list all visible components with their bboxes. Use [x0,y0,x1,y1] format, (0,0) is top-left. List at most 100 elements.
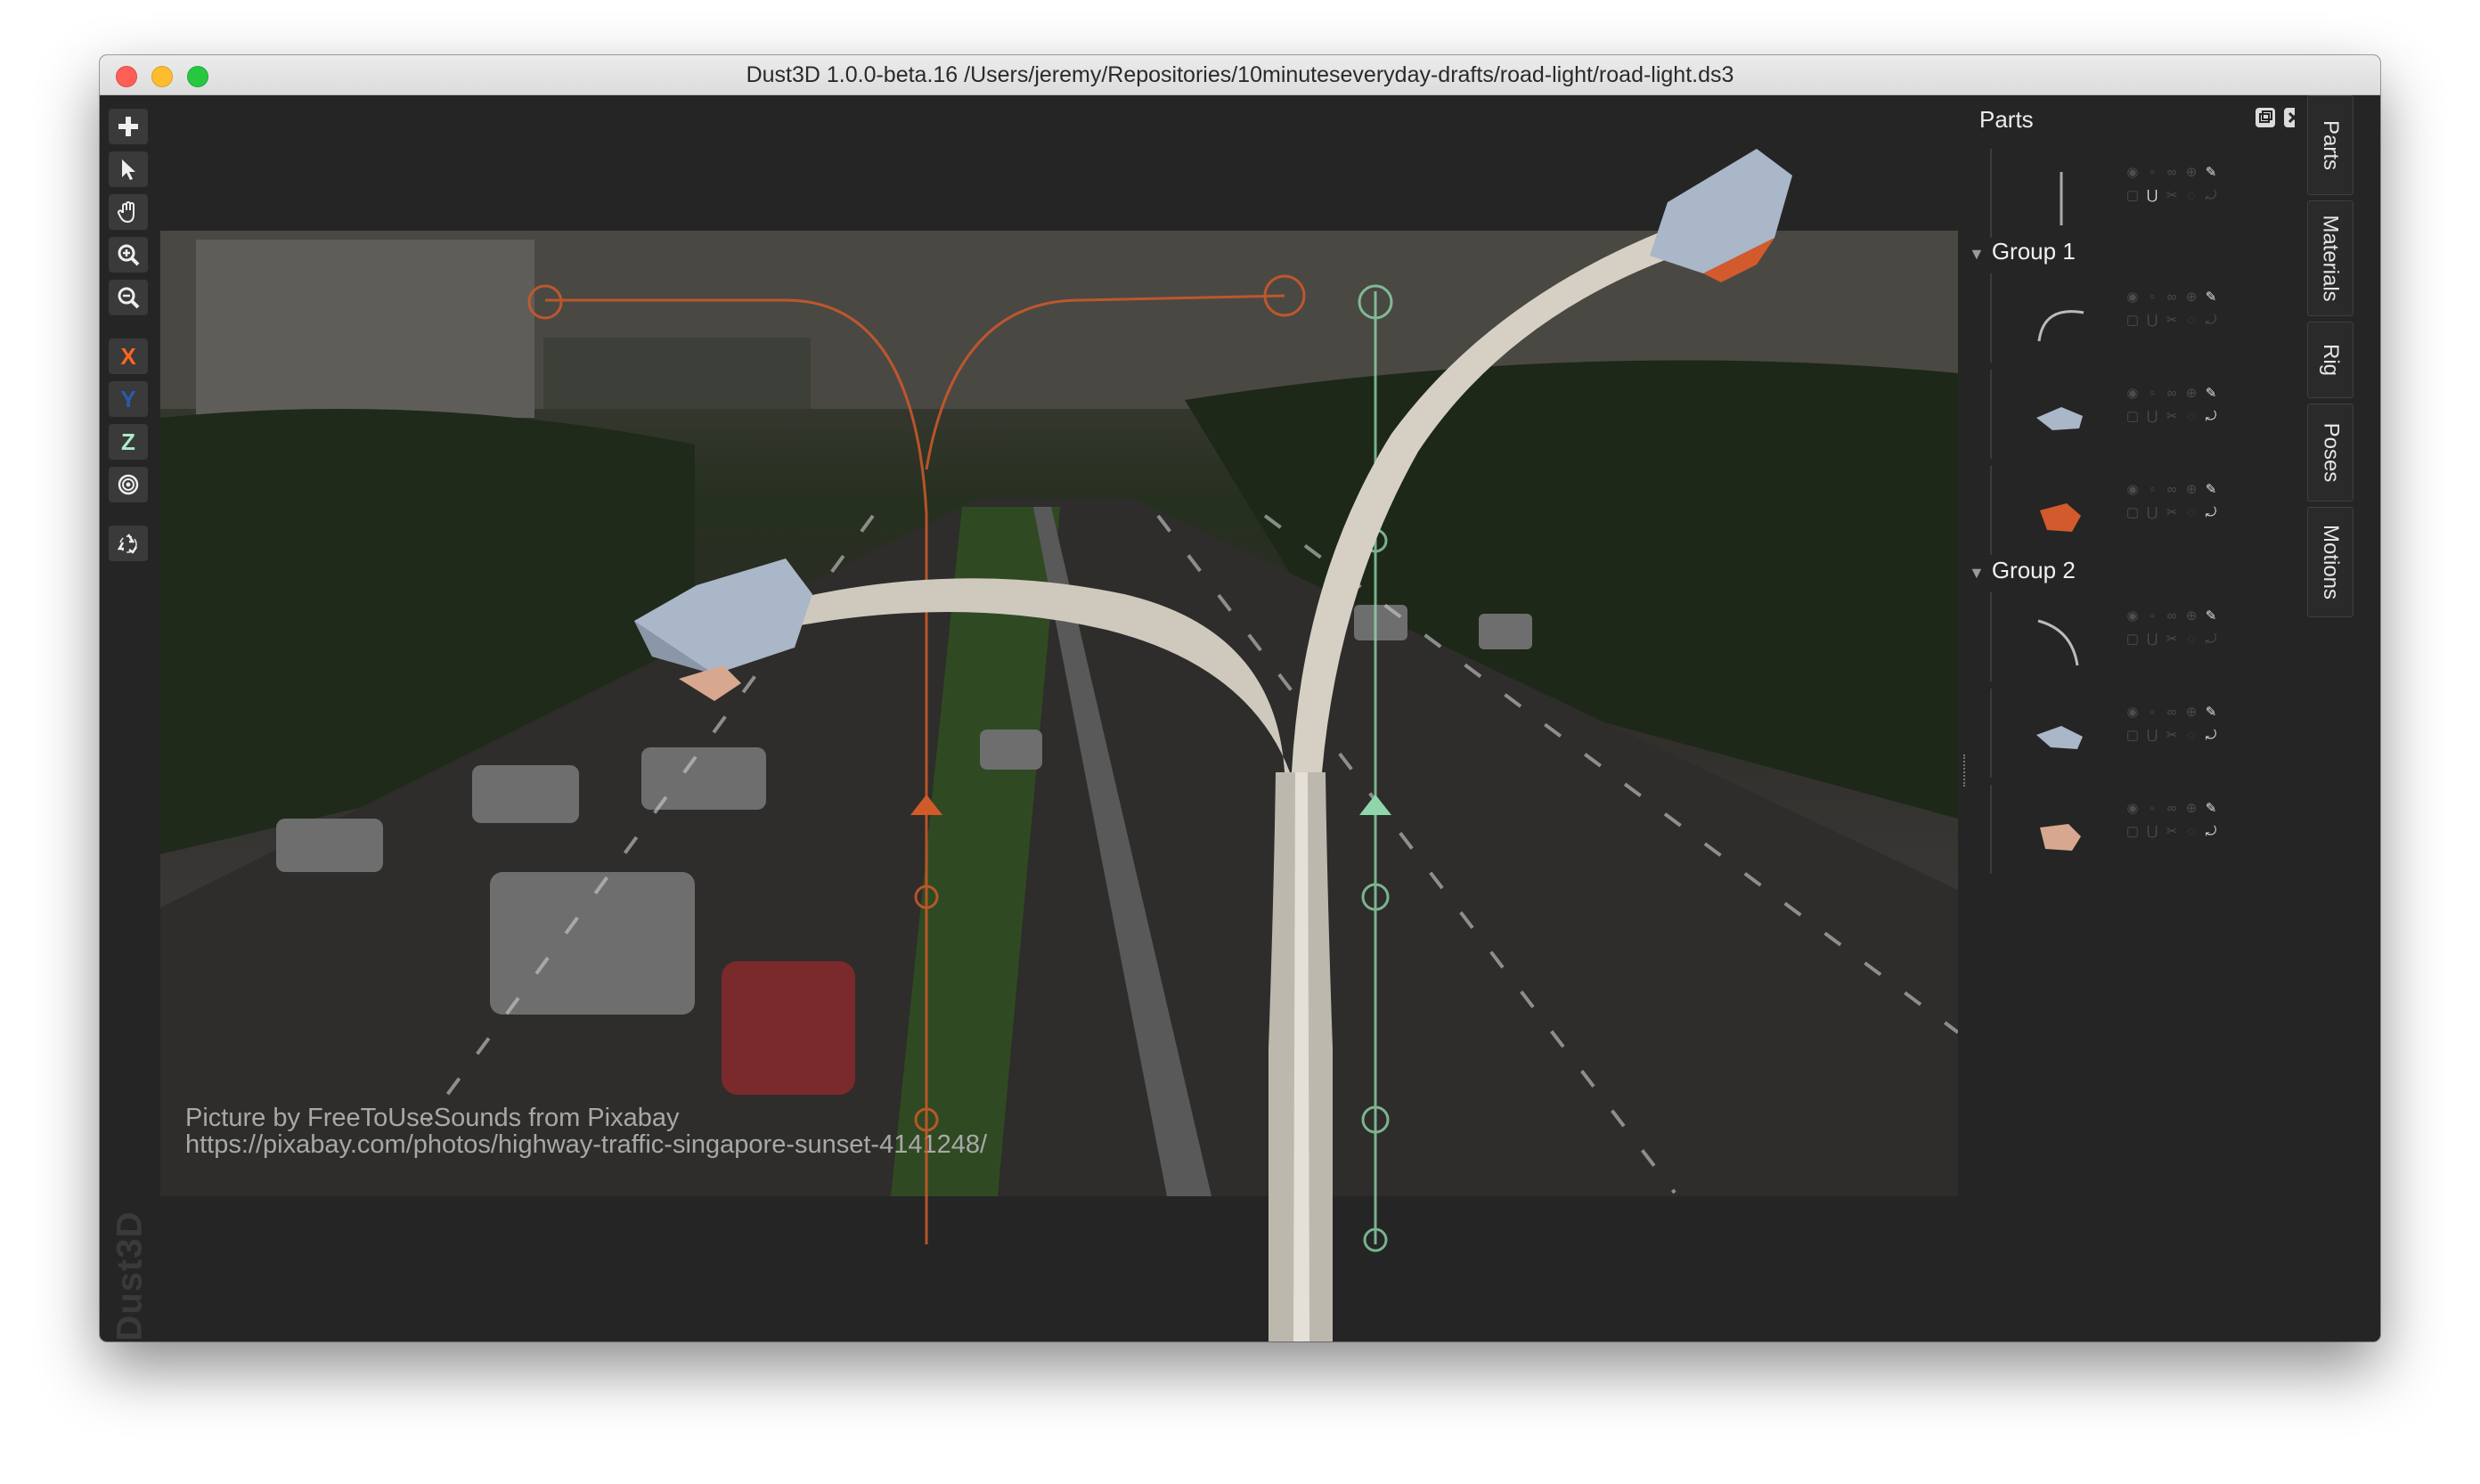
lock-toggle[interactable]: ▫ [2143,608,2161,624]
mirror-toggle[interactable]: ⋃ [2143,824,2161,840]
tab-parts[interactable]: Parts [2307,95,2354,195]
lock-toggle[interactable]: ▫ [2143,386,2161,402]
mirror-toggle[interactable]: ⋃ [2143,632,2161,648]
round-toggle[interactable]: ◌ [2182,409,2200,425]
color-picker-button[interactable]: ✎ [2202,482,2220,498]
disable-toggle[interactable]: ▢ [2124,188,2141,204]
subdivide-toggle[interactable]: ⊕ [2182,705,2200,721]
group-2-header[interactable]: ▼ Group 2 [1969,557,2076,584]
collapse-triangle-icon[interactable]: ▼ [1969,564,1985,582]
pan-tool-button[interactable] [109,194,148,230]
lock-toggle[interactable]: ▫ [2143,289,2161,306]
visibility-toggle[interactable]: ◉ [2124,482,2141,498]
color-picker-button[interactable]: ✎ [2202,608,2220,624]
float-panel-button[interactable] [2256,108,2275,127]
chamfer-toggle[interactable]: ⤾ [2202,728,2220,744]
lock-toggle[interactable]: ▫ [2143,482,2161,498]
deform-toggle[interactable]: ✂ [2163,728,2181,744]
lock-toggle[interactable]: ▫ [2143,705,2161,721]
chamfer-toggle[interactable]: ⤾ [2202,632,2220,648]
part-row-lamp-head[interactable]: ◉ ▫ ∞ ⊕ ✎ ▢ ⋃ ✂ ◌ ⤾ [1990,370,2275,459]
subdivide-toggle[interactable]: ⊕ [2182,801,2200,817]
round-toggle[interactable]: ◌ [2182,188,2200,204]
round-toggle[interactable]: ◌ [2182,632,2200,648]
disable-toggle[interactable]: ▢ [2124,824,2141,840]
part-row-root[interactable]: ◉ ▫ ∞ ⊕ ✎ ▢ ⋃ ✂ ◌ ⤾ [1990,149,2275,238]
disable-toggle[interactable]: ▢ [2124,313,2141,329]
model-viewport[interactable]: Picture by FreeToUseSounds from Pixabay … [100,95,1963,1341]
subdivide-toggle[interactable]: ⊕ [2182,608,2200,624]
mirror-toggle[interactable]: ⋃ [2143,313,2161,329]
mirror-toggle[interactable]: ⋃ [2143,505,2161,521]
link-toggle[interactable]: ∞ [2163,386,2181,402]
color-picker-button[interactable]: ✎ [2202,289,2220,306]
link-toggle[interactable]: ∞ [2163,289,2181,306]
deform-toggle[interactable]: ✂ [2163,632,2181,648]
link-toggle[interactable]: ∞ [2163,165,2181,181]
tab-rig[interactable]: Rig [2307,322,2354,398]
color-picker-button[interactable]: ✎ [2202,705,2220,721]
deform-toggle[interactable]: ✂ [2163,505,2181,521]
regenerate-button[interactable] [109,526,148,561]
visibility-toggle[interactable]: ◉ [2124,289,2141,306]
link-toggle[interactable]: ∞ [2163,801,2181,817]
link-toggle[interactable]: ∞ [2163,482,2181,498]
z-axis-lock-button[interactable]: Z [109,424,148,460]
collapse-triangle-icon[interactable]: ▼ [1969,245,1985,263]
subdivide-toggle[interactable]: ⊕ [2182,482,2200,498]
chamfer-toggle[interactable]: ⤾ [2202,188,2220,204]
chamfer-toggle[interactable]: ⤾ [2202,313,2220,329]
part-row-lamp-head-2[interactable]: ◉ ▫ ∞ ⊕ ✎ ▢ ⋃ ✂ ◌ ⤾ [1990,689,2275,778]
lock-toggle[interactable]: ▫ [2143,165,2161,181]
disable-toggle[interactable]: ▢ [2124,505,2141,521]
deform-toggle[interactable]: ✂ [2163,824,2181,840]
link-toggle[interactable]: ∞ [2163,608,2181,624]
panel-resize-handle[interactable] [1963,754,1969,787]
part-row-arm-2[interactable]: ◉ ▫ ∞ ⊕ ✎ ▢ ⋃ ✂ ◌ ⤾ [1990,592,2275,681]
color-picker-button[interactable]: ✎ [2202,165,2220,181]
round-toggle[interactable]: ◌ [2182,505,2200,521]
side-profile-nodes[interactable] [1358,284,1393,1252]
tab-materials[interactable]: Materials [2307,200,2354,316]
deform-toggle[interactable]: ✂ [2163,188,2181,204]
x-axis-lock-button[interactable]: X [109,338,148,374]
zoom-in-button[interactable] [109,237,148,273]
part-row-lamp-cover-2[interactable]: ◉ ▫ ∞ ⊕ ✎ ▢ ⋃ ✂ ◌ ⤾ [1990,785,2275,874]
subdivide-toggle[interactable]: ⊕ [2182,386,2200,402]
chamfer-toggle[interactable]: ⤾ [2202,505,2220,521]
group-1-header[interactable]: ▼ Group 1 [1969,238,2076,265]
deform-toggle[interactable]: ✂ [2163,409,2181,425]
lock-toggle[interactable]: ▫ [2143,801,2161,817]
mirror-toggle[interactable]: ⋃ [2143,409,2161,425]
round-toggle[interactable]: ◌ [2182,728,2200,744]
side-profile-marker[interactable] [1359,795,1391,815]
visibility-toggle[interactable]: ◉ [2124,165,2141,181]
color-picker-button[interactable]: ✎ [2202,386,2220,402]
tab-motions[interactable]: Motions [2307,507,2354,617]
tab-poses[interactable]: Poses [2307,404,2354,501]
disable-toggle[interactable]: ▢ [2124,409,2141,425]
y-axis-lock-button[interactable]: Y [109,381,148,417]
part-row-arm[interactable]: ◉ ▫ ∞ ⊕ ✎ ▢ ⋃ ✂ ◌ ⤾ [1990,273,2275,363]
deform-toggle[interactable]: ✂ [2163,313,2181,329]
color-picker-button[interactable]: ✎ [2202,801,2220,817]
visibility-toggle[interactable]: ◉ [2124,801,2141,817]
chamfer-toggle[interactable]: ⤾ [2202,409,2220,425]
visibility-toggle[interactable]: ◉ [2124,386,2141,402]
add-tool-button[interactable] [109,109,148,144]
zoom-out-button[interactable] [109,280,148,315]
subdivide-toggle[interactable]: ⊕ [2182,289,2200,306]
chamfer-toggle[interactable]: ⤾ [2202,824,2220,840]
disable-toggle[interactable]: ▢ [2124,632,2141,648]
disable-toggle[interactable]: ▢ [2124,728,2141,744]
part-row-lamp-cover[interactable]: ◉ ▫ ∞ ⊕ ✎ ▢ ⋃ ✂ ◌ ⤾ [1990,466,2275,555]
round-toggle[interactable]: ◌ [2182,313,2200,329]
front-profile-nodes[interactable] [527,274,1306,1244]
mirror-toggle[interactable]: ⋃ [2143,728,2161,744]
link-toggle[interactable]: ∞ [2163,705,2181,721]
subdivide-toggle[interactable]: ⊕ [2182,165,2200,181]
mirror-toggle[interactable]: ⋃ [2143,188,2161,204]
visibility-toggle[interactable]: ◉ [2124,608,2141,624]
visibility-toggle[interactable]: ◉ [2124,705,2141,721]
radius-lock-button[interactable] [109,467,148,502]
